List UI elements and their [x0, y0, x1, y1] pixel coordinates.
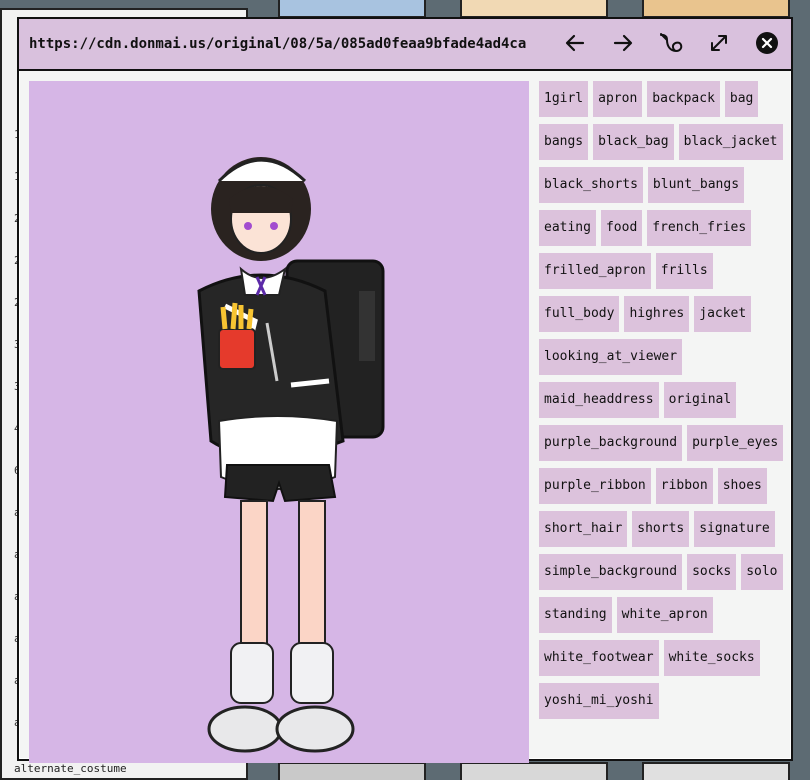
- prev-button[interactable]: [559, 27, 591, 59]
- background-thumbnail[interactable]: [460, 0, 608, 18]
- tag-item[interactable]: maid_headdress: [539, 382, 659, 418]
- tag-item[interactable]: white_footwear: [539, 640, 659, 676]
- source-button[interactable]: [655, 27, 687, 59]
- tag-item[interactable]: yoshi_mi_yoshi: [539, 683, 659, 719]
- tag-item[interactable]: bangs: [539, 124, 589, 160]
- arrow-left-icon: [565, 34, 585, 52]
- artwork-image: [29, 81, 529, 763]
- tag-item[interactable]: backpack: [647, 81, 720, 117]
- tag-item[interactable]: standing: [539, 597, 612, 633]
- expand-diagonal-icon: [711, 35, 727, 51]
- background-thumbnail[interactable]: [642, 762, 790, 780]
- tag-item[interactable]: white_apron: [616, 597, 713, 633]
- image-url[interactable]: https://cdn.donmai.us/original/08/5a/085…: [29, 36, 541, 52]
- tag-item[interactable]: looking_at_viewer: [539, 339, 683, 375]
- image-viewer-window: https://cdn.donmai.us/original/08/5a/085…: [17, 17, 793, 763]
- tag-item[interactable]: full_body: [539, 296, 620, 332]
- close-icon: [756, 32, 778, 54]
- tag-item[interactable]: white_socks: [663, 640, 760, 676]
- tag-item[interactable]: eating: [539, 210, 596, 246]
- tag-item[interactable]: purple_eyes: [687, 425, 784, 461]
- tag-item[interactable]: apron: [593, 81, 643, 117]
- tag-item[interactable]: solo: [741, 554, 783, 590]
- background-thumbnail[interactable]: [278, 762, 426, 780]
- tag-item[interactable]: purple_background: [539, 425, 683, 461]
- tag-item[interactable]: frilled_apron: [539, 253, 651, 289]
- background-thumbnail[interactable]: [278, 0, 426, 18]
- tag-item[interactable]: simple_background: [539, 554, 683, 590]
- tag-item[interactable]: 1girl: [539, 81, 589, 117]
- background-thumbnail[interactable]: [642, 0, 790, 18]
- artwork-illustration: [197, 157, 385, 753]
- tag-item[interactable]: short_hair: [539, 511, 628, 547]
- tag-item[interactable]: signature: [694, 511, 775, 547]
- tag-item[interactable]: shorts: [632, 511, 690, 547]
- tag-item[interactable]: frills: [655, 253, 713, 289]
- close-button[interactable]: [751, 27, 783, 59]
- expand-button[interactable]: [703, 27, 735, 59]
- tag-item[interactable]: highres: [624, 296, 690, 332]
- tag-item[interactable]: purple_ribbon: [539, 468, 651, 504]
- tag-list: 1girl apron backpack bag bangs black_bag black…: [539, 81, 789, 719]
- tag-item[interactable]: french_fries: [647, 210, 752, 246]
- tag-item[interactable]: food: [600, 210, 643, 246]
- tag-item[interactable]: bag: [724, 81, 759, 117]
- tag-item[interactable]: socks: [687, 554, 737, 590]
- tag-item[interactable]: black_shorts: [539, 167, 643, 203]
- arrow-right-icon: [613, 34, 633, 52]
- tag-item[interactable]: black_bag: [593, 124, 674, 160]
- viewer-titlebar: https://cdn.donmai.us/original/08/5a/085…: [19, 19, 791, 71]
- next-button[interactable]: [607, 27, 639, 59]
- background-thumbnail[interactable]: [460, 762, 608, 780]
- tag-item[interactable]: jacket: [694, 296, 752, 332]
- tag-item[interactable]: ribbon: [655, 468, 713, 504]
- branch-link-icon: [660, 33, 683, 53]
- tag-item[interactable]: shoes: [717, 468, 767, 504]
- tag-item[interactable]: black_jacket: [678, 124, 783, 160]
- background-footer-text: alternate_costume: [14, 762, 127, 775]
- tag-item[interactable]: original: [663, 382, 737, 418]
- tag-item[interactable]: blunt_bangs: [647, 167, 745, 203]
